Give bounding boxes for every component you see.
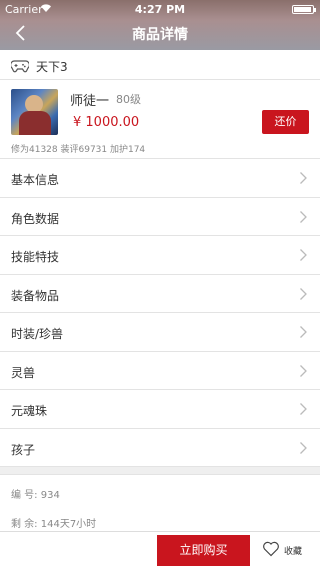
bargain-button[interactable]: 还价 bbox=[262, 110, 309, 134]
battery-icon bbox=[292, 5, 316, 14]
character-stats: 修为41328 装评69731 加护174 bbox=[11, 145, 146, 155]
detail-menu: 基本信息 角色数据 技能特技 装备物品 时装/珍兽 灵兽 元魂珠 孩子 bbox=[0, 158, 320, 467]
page-title: 商品详情 bbox=[132, 27, 188, 43]
chevron-right-icon bbox=[300, 326, 307, 338]
bottom-bar: 立即购买 收藏 bbox=[0, 531, 320, 568]
menu-item-label: 元魂珠 bbox=[11, 404, 48, 418]
menu-item-label: 孩子 bbox=[11, 442, 36, 457]
character-name: 师徒一 bbox=[70, 94, 110, 109]
menu-item-label: 时装/珍兽 bbox=[11, 327, 64, 341]
server-name: 天下3 bbox=[36, 60, 68, 74]
buy-now-button[interactable]: 立即购买 bbox=[157, 535, 250, 566]
chevron-right-icon bbox=[300, 249, 307, 261]
product-card: 师徒一 80级 ¥ 1000.00 还价 修为41328 装评69731 加护1… bbox=[0, 80, 320, 158]
listing-remaining-time: 剩 余: 144天7小时 bbox=[11, 519, 97, 530]
menu-item-role-data[interactable]: 角色数据 bbox=[0, 198, 320, 236]
menu-item-label: 灵兽 bbox=[11, 365, 36, 380]
chevron-right-icon bbox=[300, 210, 307, 223]
character-avatar bbox=[11, 89, 58, 135]
product-price: ¥ 1000.00 bbox=[73, 115, 140, 130]
heart-icon[interactable] bbox=[262, 541, 280, 557]
status-time: 4:27 PM bbox=[134, 3, 186, 16]
chevron-right-icon bbox=[300, 172, 307, 184]
status-bar: Carrier 4:27 PM bbox=[0, 0, 320, 18]
menu-item-label: 技能特技 bbox=[11, 250, 60, 264]
menu-item-equipment[interactable]: 装备物品 bbox=[0, 275, 320, 313]
listing-number: 编 号: 934 bbox=[11, 490, 60, 501]
listing-info: 编 号: 934 剩 余: 144天7小时 bbox=[0, 474, 320, 534]
favorite-label[interactable]: 收藏 bbox=[284, 544, 302, 557]
character-level: 80级 bbox=[116, 93, 141, 106]
menu-item-label: 角色数据 bbox=[11, 211, 60, 226]
chevron-right-icon bbox=[300, 441, 307, 454]
chevron-right-icon bbox=[300, 403, 307, 415]
header: Carrier 4:27 PM 商品详情 bbox=[0, 0, 320, 50]
menu-item-children[interactable]: 孩子 bbox=[0, 429, 320, 467]
menu-item-label: 基本信息 bbox=[11, 173, 60, 187]
chevron-right-icon bbox=[300, 364, 307, 377]
menu-item-skills[interactable]: 技能特技 bbox=[0, 236, 320, 275]
menu-item-soul-beads[interactable]: 元魂珠 bbox=[0, 390, 320, 429]
menu-item-label: 装备物品 bbox=[11, 288, 60, 303]
menu-item-basic-info[interactable]: 基本信息 bbox=[0, 159, 320, 198]
menu-item-spirit-beast[interactable]: 灵兽 bbox=[0, 352, 320, 390]
gamepad-icon bbox=[10, 58, 30, 73]
server-row: 天下3 bbox=[0, 50, 320, 80]
menu-item-fashion-pets[interactable]: 时装/珍兽 bbox=[0, 313, 320, 352]
chevron-right-icon bbox=[300, 287, 307, 300]
